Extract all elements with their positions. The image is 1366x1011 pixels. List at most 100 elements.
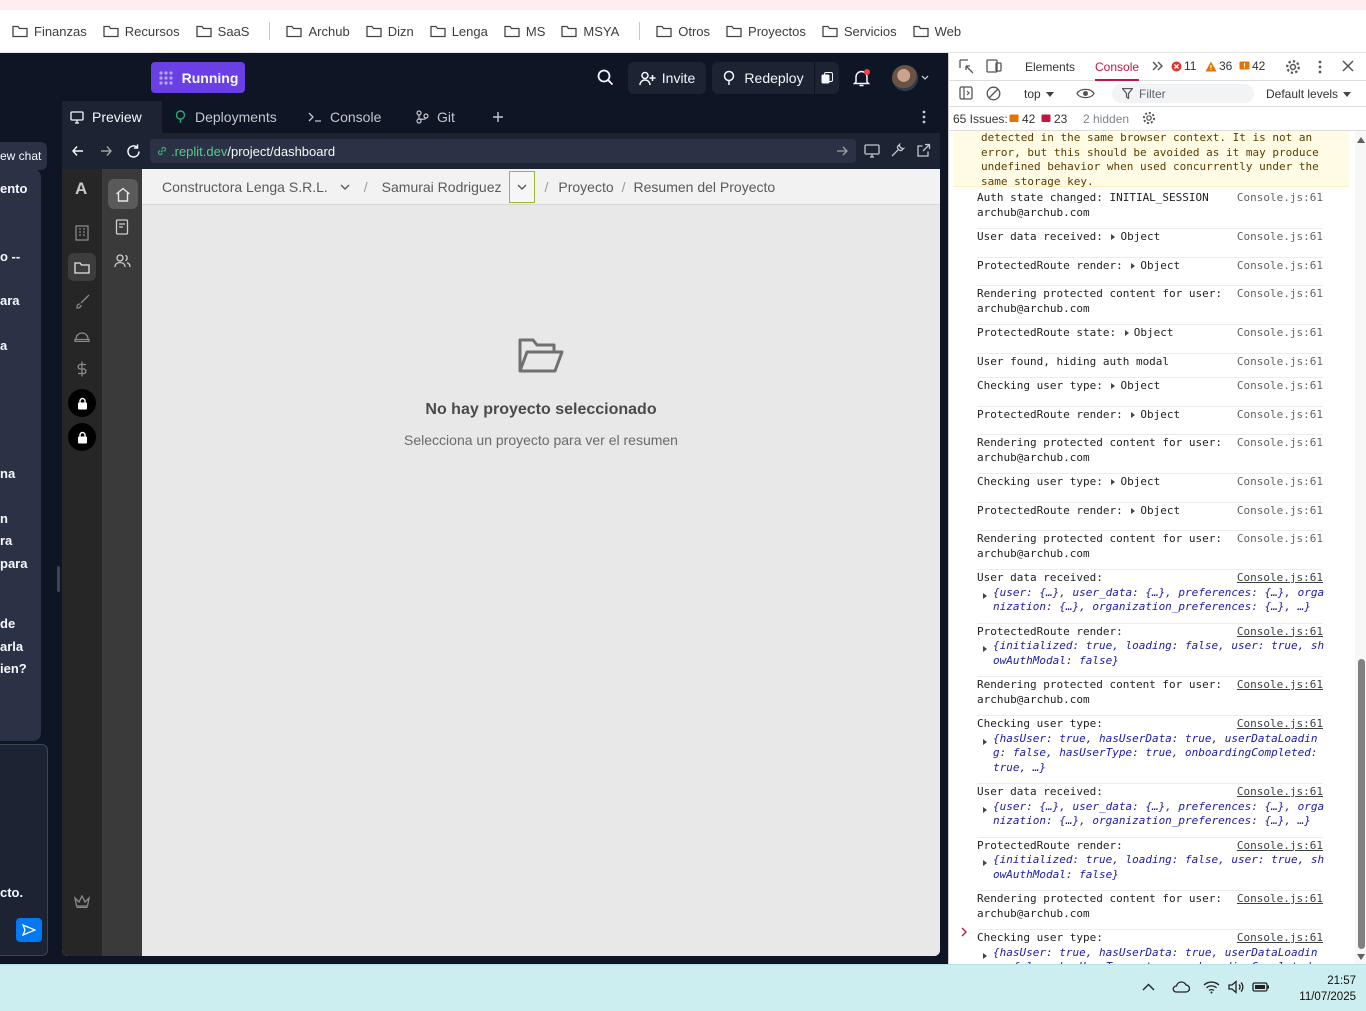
redeploy-button[interactable]: Redeploy (712, 62, 814, 94)
log-source-link[interactable]: Console.js:61 (1237, 571, 1323, 586)
gear-icon[interactable] (1285, 59, 1301, 75)
clear-console-icon[interactable] (986, 86, 1001, 101)
log-source-link[interactable]: Console.js:61 (1237, 532, 1323, 547)
log-source-link[interactable]: Console.js:61 (1237, 259, 1323, 274)
log-levels-dropdown[interactable]: Default levels (1266, 87, 1352, 101)
error-count-badge[interactable]: 11 (1171, 59, 1196, 73)
log-object[interactable]: Object (1116, 326, 1173, 339)
helmet-icon[interactable] (68, 321, 96, 349)
avatar[interactable] (892, 65, 918, 91)
folder-icon[interactable] (68, 253, 96, 281)
sidebar-toggle-icon[interactable] (959, 86, 973, 100)
issues-warning-count[interactable]: 42 (1009, 112, 1035, 126)
gear-icon[interactable] (1142, 111, 1156, 125)
dollar-icon[interactable] (68, 355, 96, 383)
console-log-entry[interactable]: Rendering protected content for user: ar… (977, 287, 1323, 325)
log-source-link[interactable]: Console.js:61 (1237, 326, 1323, 341)
console-filter-input[interactable]: Filter (1112, 84, 1254, 103)
crown-icon[interactable] (68, 887, 96, 915)
console-log-entry[interactable]: Rendering protected content for user: ar… (977, 892, 1323, 930)
log-source-link[interactable]: Console.js:61 (1237, 839, 1323, 854)
close-icon[interactable] (1342, 60, 1354, 72)
console-log-entry[interactable]: ProtectedRoute render: Object Console.js:… (977, 259, 1323, 286)
scroll-up-icon[interactable] (1357, 137, 1365, 143)
eye-icon[interactable] (1076, 87, 1095, 100)
building-icon[interactable] (68, 219, 96, 247)
tab-git[interactable]: Git (408, 101, 484, 133)
home-icon[interactable] (108, 179, 138, 209)
log-source-link[interactable]: Console.js:61 (1237, 504, 1323, 519)
console-log-entry[interactable]: User data received: {user: {…}, user_data… (977, 785, 1324, 838)
console-log-entry[interactable]: ProtectedRoute render: Object Console.js:… (977, 408, 1323, 435)
bookmark-folder[interactable]: Recursos (97, 17, 186, 45)
notebook-icon[interactable] (108, 213, 136, 241)
wrench-icon[interactable] (890, 143, 905, 158)
bookmark-folder[interactable]: Proyectos (720, 17, 812, 45)
send-button[interactable] (16, 918, 42, 942)
log-source-link[interactable]: Console.js:61 (1237, 287, 1323, 302)
chevron-down-icon[interactable] (921, 75, 929, 81)
log-object-preview[interactable]: {user: {…}, user_data: {…}, preferences:… (977, 586, 1324, 615)
issues-info-count[interactable]: 23 (1041, 112, 1067, 126)
console-log-entry[interactable]: User data received: Object Console.js:61 (977, 230, 1323, 258)
app-logo[interactable]: A (75, 179, 87, 199)
run-button[interactable]: Running (151, 62, 245, 93)
log-source-link[interactable]: Console.js:61 (1237, 717, 1323, 732)
invite-button[interactable]: Invite (628, 62, 706, 94)
more-vertical-icon[interactable] (922, 110, 926, 124)
console-log-entry[interactable]: Rendering protected content for user: ar… (977, 436, 1323, 474)
log-object[interactable]: Object (1103, 379, 1160, 392)
bookmark-folder[interactable]: Servicios (816, 17, 903, 45)
devices-icon[interactable] (864, 144, 880, 158)
panel-resize-handle[interactable] (57, 566, 60, 592)
deploy-menu-button[interactable] (815, 62, 839, 94)
hidden-count[interactable]: 2 hidden (1083, 112, 1129, 126)
more-vertical-icon[interactable] (1318, 60, 1322, 74)
context-selector[interactable]: top (1024, 87, 1054, 101)
console-log-entry[interactable]: Checking user type: Object Console.js:61 (977, 379, 1323, 407)
tab-preview[interactable]: Preview (62, 101, 162, 133)
bookmark-folder[interactable]: Finanzas (6, 17, 93, 45)
log-source-link[interactable]: Console.js:61 (1237, 230, 1323, 245)
bookmark-folder[interactable]: Archub (280, 17, 355, 45)
cloud-icon[interactable] (1171, 981, 1190, 993)
users-icon[interactable] (108, 247, 136, 275)
log-object[interactable]: Object (1103, 230, 1160, 243)
bell-icon[interactable] (853, 69, 870, 87)
device-toggle-icon[interactable] (986, 59, 1002, 73)
external-link-icon[interactable] (916, 143, 931, 158)
log-object-preview[interactable]: {initialized: true, loading: false, user… (977, 639, 1324, 668)
console-log-entry[interactable]: User found, hiding auth modal Console.js:… (977, 355, 1323, 378)
console-log-entry[interactable]: ProtectedRoute state: Object Console.js:6… (977, 326, 1323, 354)
log-source-link[interactable]: Console.js:61 (1237, 931, 1323, 946)
console-log-entry[interactable]: Rendering protected content for user: ar… (977, 532, 1323, 570)
lock-icon[interactable] (68, 389, 96, 417)
log-object[interactable]: Object (1123, 504, 1180, 517)
inspect-icon[interactable] (959, 59, 974, 74)
system-clock[interactable]: 21:57 11/07/2025 (1278, 973, 1356, 1005)
log-source-link[interactable]: Console.js:61 (1237, 379, 1323, 394)
log-object-preview[interactable]: {user: {…}, user_data: {…}, preferences:… (977, 800, 1324, 829)
chevron-down-icon[interactable] (340, 184, 350, 190)
bookmark-folder[interactable]: Web (907, 17, 968, 45)
bookmark-folder[interactable]: MSYA (555, 17, 625, 45)
log-source-link[interactable]: Console.js:61 (1237, 785, 1323, 800)
back-arrow-icon[interactable] (72, 145, 84, 157)
log-source-link[interactable]: Console.js:61 (1237, 408, 1323, 423)
tab-console[interactable]: Console (300, 101, 404, 133)
chevron-up-icon[interactable] (1142, 983, 1155, 991)
plus-icon[interactable] (492, 111, 504, 123)
log-source-link[interactable]: Console.js:61 (1237, 355, 1323, 370)
console-log-entry[interactable]: Auth state changed: INITIAL_SESSION arch… (977, 191, 1323, 229)
log-source-link[interactable]: Console.js:61 (1237, 475, 1323, 490)
console-log-entry[interactable]: ProtectedRoute render: {initialized: true… (977, 839, 1324, 891)
console-log-entry[interactable]: ProtectedRoute render: {initialized: true… (977, 625, 1324, 677)
log-source-link[interactable]: Console.js:61 (1237, 191, 1323, 206)
log-object-preview[interactable]: {initialized: true, loading: false, user… (977, 853, 1324, 882)
bookmark-folder[interactable]: MS (498, 17, 552, 45)
console-log-entry[interactable]: Checking user type: {hasUser: true, hasUs… (977, 717, 1323, 784)
tab-elements[interactable]: Elements (1025, 60, 1075, 74)
breadcrumb-section[interactable]: Proyecto (558, 179, 613, 195)
log-source-link[interactable]: Console.js:61 (1237, 678, 1323, 693)
battery-icon[interactable] (1252, 981, 1270, 993)
